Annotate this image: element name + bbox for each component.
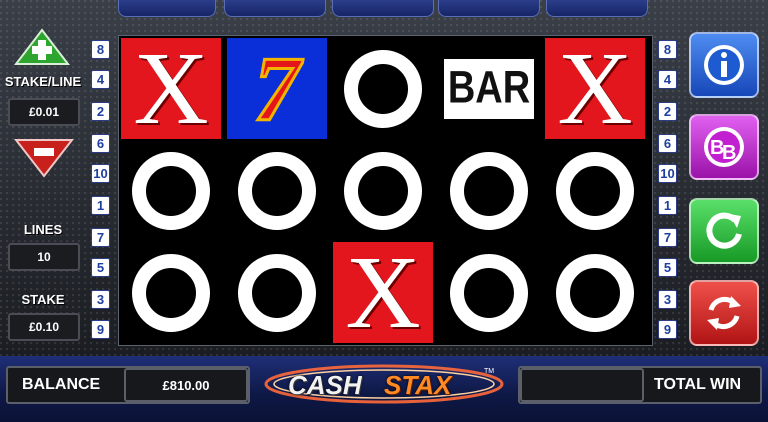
logo-cash: CASH: [288, 370, 362, 400]
payline-left-3[interactable]: 3: [91, 290, 110, 309]
info-icon: [704, 45, 744, 85]
symbol-o: [121, 140, 221, 241]
symbol-o: [333, 140, 433, 241]
top-tab-2: [224, 0, 326, 17]
symbol-x: X: [333, 234, 433, 350]
symbol-o: [439, 242, 539, 343]
symbol-o-ring: [238, 151, 316, 230]
symbol-seven-glyph: 7: [253, 37, 302, 140]
payline-left-9[interactable]: 9: [91, 320, 110, 339]
symbol-o-ring: [450, 253, 528, 332]
top-tab-4: [438, 0, 540, 17]
payline-right-4[interactable]: 4: [658, 70, 677, 89]
symbol-o: [333, 38, 433, 139]
symbol-o: [439, 140, 539, 241]
symbol-o: [121, 242, 221, 343]
info-button[interactable]: [689, 32, 759, 98]
payline-left-1[interactable]: 1: [91, 196, 110, 215]
symbol-o: [545, 242, 645, 343]
logo-tm: TM: [484, 368, 495, 375]
top-tab-5: [546, 0, 648, 17]
reel-grid: X 7 X BAR X: [118, 35, 653, 346]
total-win-value: [520, 368, 644, 402]
payline-right-8[interactable]: 8: [658, 40, 677, 59]
payline-left-10[interactable]: 10: [91, 164, 110, 183]
big-bet-icon: B B: [704, 127, 744, 167]
symbol-o-ring: [238, 253, 316, 332]
symbol-o-ring: [450, 151, 528, 230]
symbol-o-ring: [344, 151, 422, 230]
stake-line-label: STAKE/LINE: [4, 74, 82, 89]
payline-right-6[interactable]: 6: [658, 134, 677, 153]
autoplay-icon: [707, 296, 741, 330]
stake-decrease-button[interactable]: [13, 138, 75, 178]
payline-left-7[interactable]: 7: [91, 228, 110, 247]
top-tab-3: [332, 0, 434, 17]
stake-value: £0.10: [8, 313, 80, 341]
symbol-o-ring: [132, 253, 210, 332]
payline-right-9[interactable]: 9: [658, 320, 677, 339]
symbol-x-glyph: X: [557, 30, 633, 146]
symbol-o-ring: [556, 151, 634, 230]
payline-left-5[interactable]: 5: [91, 258, 110, 277]
payline-left-8[interactable]: 8: [91, 40, 110, 59]
balance-label: BALANCE: [22, 376, 101, 393]
symbol-o-ring: [556, 253, 634, 332]
symbol-bar-label: BAR: [447, 62, 531, 114]
payline-right-2[interactable]: 2: [658, 102, 677, 121]
svg-text:B: B: [722, 142, 736, 164]
payline-right-1[interactable]: 1: [658, 196, 677, 215]
symbol-x: X: [545, 30, 645, 146]
autoplay-button[interactable]: [689, 280, 759, 346]
payline-right-7[interactable]: 7: [658, 228, 677, 247]
plus-icon: [13, 28, 71, 65]
payline-left-2[interactable]: 2: [91, 102, 110, 121]
top-tab-1: [118, 0, 216, 17]
big-bet-button[interactable]: B B: [689, 114, 759, 180]
payline-left-4[interactable]: 4: [91, 70, 110, 89]
balance-value: £810.00: [124, 368, 248, 402]
payline-left-6[interactable]: 6: [91, 134, 110, 153]
payline-right-3[interactable]: 3: [658, 290, 677, 309]
stake-label: STAKE: [21, 292, 65, 307]
minus-icon: [13, 139, 75, 178]
stake-increase-button[interactable]: [13, 28, 71, 66]
payline-right-5[interactable]: 5: [658, 258, 677, 277]
symbol-o: [545, 140, 645, 241]
payline-right-10[interactable]: 10: [658, 164, 677, 183]
symbol-x: X: [121, 30, 221, 146]
symbol-o-ring: [344, 49, 422, 128]
lines-value: 10: [8, 243, 80, 271]
spin-icon: [706, 212, 742, 249]
symbol-o: [227, 242, 327, 343]
total-win-label: TOTAL WIN: [654, 376, 742, 393]
spin-button[interactable]: [689, 198, 759, 264]
symbol-bar: BAR: [439, 38, 539, 139]
cash-stax-logo: CASH STAX TM: [262, 362, 506, 406]
symbol-x-glyph: X: [133, 30, 209, 146]
symbol-o-ring: [132, 151, 210, 230]
stake-line-value: £0.01: [8, 98, 80, 126]
symbol-bar-plate: BAR: [441, 55, 537, 122]
lines-label: LINES: [23, 222, 63, 237]
symbol-seven: 7: [227, 38, 327, 139]
symbol-o: [227, 140, 327, 241]
logo-stax: STAX: [384, 370, 452, 400]
symbol-x-glyph: X: [345, 234, 421, 350]
